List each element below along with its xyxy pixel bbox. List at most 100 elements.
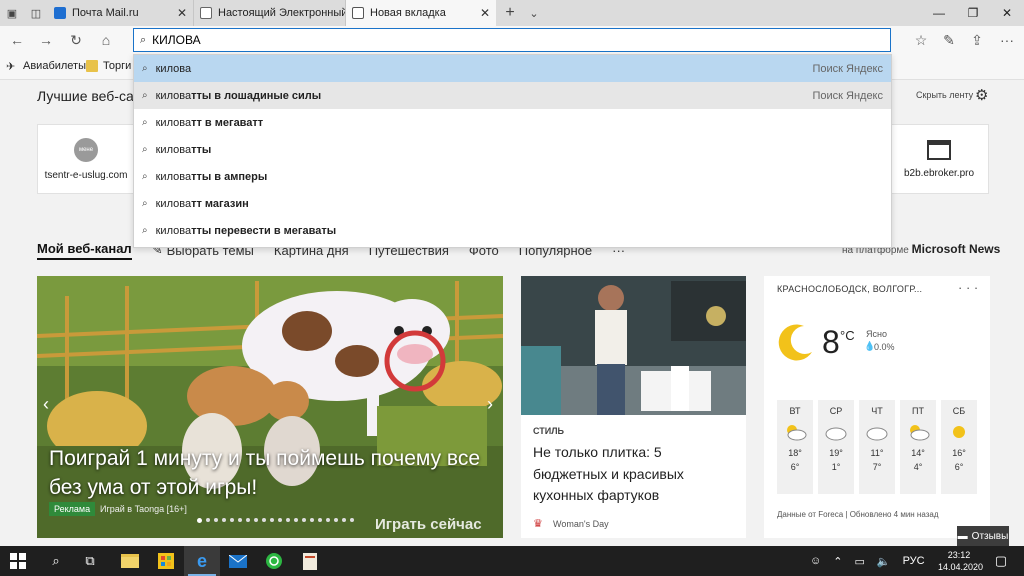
minimize-icon[interactable]: — bbox=[922, 0, 956, 26]
input-language[interactable]: РУС bbox=[903, 555, 925, 567]
carousel-dot[interactable] bbox=[197, 518, 202, 523]
whatsapp-icon[interactable] bbox=[256, 546, 292, 576]
tab-preview-icon[interactable]: ◫ bbox=[24, 0, 48, 26]
notifications-icon[interactable]: ▢ bbox=[986, 546, 1016, 576]
restore-icon[interactable]: ❐ bbox=[956, 0, 990, 26]
search-icon: ⌕ bbox=[142, 63, 148, 74]
carousel-dot[interactable] bbox=[262, 518, 266, 522]
feed-tab-my-channel[interactable]: Мой веб-канал bbox=[37, 241, 132, 260]
people-icon[interactable]: ☺ bbox=[810, 555, 821, 567]
network-icon[interactable]: ▭ bbox=[854, 555, 864, 568]
close-window-icon[interactable]: ✕ bbox=[990, 0, 1024, 26]
carousel-dot[interactable] bbox=[254, 518, 258, 522]
carousel-dot[interactable] bbox=[214, 518, 218, 522]
back-arrow-icon[interactable]: ← bbox=[6, 30, 28, 50]
hide-feed-link[interactable]: Скрыть ленту bbox=[916, 90, 973, 100]
forecast-day[interactable]: ВТ 18° 6° bbox=[777, 400, 813, 494]
new-tab-plus-icon[interactable]: + bbox=[496, 0, 524, 26]
suggestion-item[interactable]: ⌕ килова тты в амперы bbox=[134, 163, 891, 190]
carousel-dot[interactable] bbox=[230, 518, 234, 522]
tab-label: Новая вкладка bbox=[370, 7, 446, 19]
suggestion-item[interactable]: ⌕ килова тты bbox=[134, 136, 891, 163]
file-explorer-icon[interactable] bbox=[112, 546, 148, 576]
share-icon[interactable]: ⇪ bbox=[966, 30, 988, 50]
carousel-dot[interactable] bbox=[342, 518, 346, 522]
home-icon[interactable]: ⌂ bbox=[95, 30, 117, 50]
favorite-aviabilety[interactable]: ✈ Авиабилеты bbox=[6, 60, 86, 73]
edge-browser-icon[interactable]: e bbox=[184, 546, 220, 576]
suggestion-item[interactable]: ⌕ килова Поиск Яндекс bbox=[134, 55, 891, 82]
weather-card[interactable]: КРАСНОСЛОБОДСК, ВОЛГОГР... · · · 8 °C Яс… bbox=[764, 276, 990, 538]
task-view-icon[interactable]: ⧉ bbox=[72, 546, 108, 576]
temperature-unit[interactable]: °C bbox=[840, 328, 855, 343]
tab-actions-icon[interactable]: ▣ bbox=[0, 0, 24, 26]
top-site-tsentr[interactable]: мене tsentr-e-uslug.com bbox=[37, 124, 135, 194]
carousel-dot[interactable] bbox=[278, 518, 282, 522]
ad-card[interactable]: ‹ › Поиграй 1 минуту и ты поймешь почему… bbox=[37, 276, 503, 538]
favorite-torgi[interactable]: Торги bbox=[86, 60, 131, 72]
document-app-icon[interactable] bbox=[292, 546, 328, 576]
search-icon: ⌕ bbox=[142, 117, 148, 128]
carousel-dot[interactable] bbox=[206, 518, 210, 522]
search-icon: ⌕ bbox=[142, 144, 148, 155]
favorites-star-icon[interactable]: ☆ bbox=[910, 30, 932, 50]
weather-location[interactable]: КРАСНОСЛОБОДСК, ВОЛГОГР... bbox=[777, 284, 922, 294]
carousel-dot[interactable] bbox=[350, 518, 354, 522]
ad-title[interactable]: Поиграй 1 минуту и ты поймешь почему все… bbox=[49, 444, 499, 503]
settings-more-icon[interactable]: ··· bbox=[996, 30, 1018, 50]
carousel-next-icon[interactable]: › bbox=[487, 394, 493, 415]
weather-footer[interactable]: Данные от Foreca | Обновлено 4 мин назад bbox=[777, 510, 939, 519]
carousel-dot[interactable] bbox=[302, 518, 306, 522]
store-icon[interactable] bbox=[148, 546, 184, 576]
suggestion-item[interactable]: ⌕ килова тт магазин bbox=[134, 190, 891, 217]
tab-new-tab[interactable]: Новая вкладка ✕ bbox=[346, 0, 496, 26]
carousel-dot[interactable] bbox=[310, 518, 314, 522]
play-now-button[interactable]: Играть сейчас bbox=[375, 516, 482, 533]
forecast-day[interactable]: ПТ 14° 4° bbox=[900, 400, 936, 494]
address-input[interactable] bbox=[152, 33, 890, 47]
search-icon[interactable]: ⌕ bbox=[38, 546, 74, 576]
carousel-dot[interactable] bbox=[238, 518, 242, 522]
volume-icon[interactable]: 🔈 bbox=[877, 555, 891, 568]
suggestion-item[interactable]: ⌕ килова тт в мегаватт bbox=[134, 109, 891, 136]
suggestion-prefix: килова bbox=[155, 89, 192, 102]
tab-mail[interactable]: Почта Mail.ru ✕ bbox=[48, 0, 194, 26]
carousel-dot[interactable] bbox=[286, 518, 290, 522]
forecast-low: 7° bbox=[872, 462, 882, 472]
carousel-dot[interactable] bbox=[294, 518, 298, 522]
carousel-prev-icon[interactable]: ‹ bbox=[43, 394, 49, 415]
carousel-dot[interactable] bbox=[326, 518, 330, 522]
feedback-button[interactable]: ▬ Отзывы bbox=[957, 526, 1009, 546]
reading-list-icon[interactable]: ✎ bbox=[938, 30, 960, 50]
close-tab-icon[interactable]: ✕ bbox=[472, 6, 490, 20]
article-card[interactable]: СТИЛЬ Не только плитка: 5 бюджетных и кр… bbox=[521, 276, 746, 538]
suggestion-item[interactable]: ⌕ килова тты перевести в мегаваты bbox=[134, 217, 891, 244]
search-icon: ⌕ bbox=[142, 198, 148, 209]
suggestion-item[interactable]: ⌕ килова тты в лошадиные силы Поиск Янде… bbox=[134, 82, 891, 109]
tab-bar: ▣ ◫ Почта Mail.ru ✕ Настоящий Электронны… bbox=[0, 0, 1024, 26]
carousel-dot[interactable] bbox=[318, 518, 322, 522]
mail-icon[interactable] bbox=[220, 546, 256, 576]
forecast-day[interactable]: СР 19° 1° bbox=[818, 400, 854, 494]
forward-arrow-icon[interactable]: → bbox=[35, 30, 57, 50]
windows-start-icon[interactable] bbox=[0, 546, 36, 576]
carousel-dot[interactable] bbox=[246, 518, 250, 522]
carousel-dot[interactable] bbox=[334, 518, 338, 522]
carousel-dot[interactable] bbox=[222, 518, 226, 522]
article-title[interactable]: Не только плитка: 5 бюджетных и красивых… bbox=[533, 442, 733, 507]
taskbar-clock[interactable]: 23:12 14.04.2020 bbox=[938, 549, 983, 573]
suggestion-completion: тт в мегаватт bbox=[191, 116, 264, 129]
top-site-b2b[interactable]: b2b.ebroker.pro bbox=[889, 124, 989, 194]
gear-icon[interactable]: ⚙ bbox=[975, 86, 988, 104]
close-tab-icon[interactable]: ✕ bbox=[169, 6, 187, 20]
forecast-day-name: СБ bbox=[952, 406, 966, 416]
forecast-day[interactable]: СБ 16° 6° bbox=[941, 400, 977, 494]
weather-more-icon[interactable]: · · · bbox=[958, 280, 978, 295]
forecast-day[interactable]: ЧТ 11° 7° bbox=[859, 400, 895, 494]
show-hidden-icons-chevron-icon[interactable]: ⌃ bbox=[833, 555, 842, 568]
refresh-icon[interactable]: ↻ bbox=[65, 30, 87, 50]
tabs-dropdown-chevron-icon[interactable]: ⌄ bbox=[524, 0, 544, 26]
carousel-dot[interactable] bbox=[270, 518, 274, 522]
address-bar[interactable]: ⌕ bbox=[133, 28, 891, 52]
tab-elektronny[interactable]: Настоящий Электронный Е bbox=[194, 0, 346, 26]
